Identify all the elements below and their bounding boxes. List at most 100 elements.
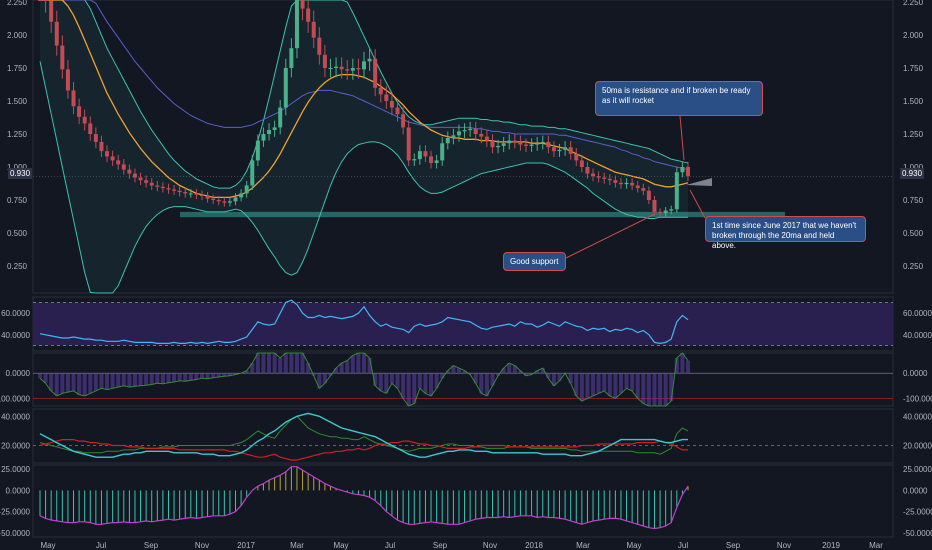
cci-bar — [579, 373, 584, 401]
candle-body — [658, 211, 663, 214]
cci-bar — [585, 373, 590, 399]
pane-frame-3 — [32, 408, 894, 464]
cci-bar — [350, 355, 355, 374]
candle-body — [289, 48, 294, 68]
cci-bar — [160, 373, 165, 384]
cci-bar — [65, 373, 70, 393]
candle-body — [406, 127, 411, 161]
cci-bar — [82, 373, 87, 396]
candle-body — [473, 128, 478, 134]
candle-body — [82, 116, 87, 124]
cci-bar — [99, 373, 104, 389]
price-tick-left: 1.250 — [7, 130, 28, 139]
candle-body — [250, 160, 255, 186]
cci-bar — [602, 373, 607, 391]
annotation-50ma[interactable]: 50ma is resistance and if broken be read… — [595, 81, 763, 116]
price-tick-left: 2.250 — [7, 0, 28, 7]
cci-bar — [624, 373, 629, 389]
cci-bar — [272, 353, 277, 374]
rsi-tick-right: 40.0000 — [903, 331, 932, 340]
candle-body — [479, 134, 484, 137]
time-tick: 2019 — [822, 541, 840, 550]
cci-bar — [116, 373, 121, 388]
cci-bar — [630, 373, 635, 391]
annotation-support[interactable]: Good support — [503, 252, 566, 271]
bollinger-fill — [40, 0, 688, 293]
candle-body — [367, 58, 372, 62]
candle-body — [613, 180, 618, 183]
cci-bar — [362, 353, 366, 374]
cci-bar — [149, 373, 154, 385]
candle-body — [60, 45, 65, 70]
price-tick-left: 0.250 — [7, 262, 28, 271]
candle-body — [132, 173, 137, 178]
candle-body — [311, 21, 316, 38]
cci-bar — [607, 373, 612, 396]
cci-bar — [680, 353, 685, 374]
candle-body — [496, 145, 501, 148]
cci-bar — [105, 373, 110, 390]
momentum-line — [39, 466, 689, 530]
candle-body — [211, 198, 216, 200]
candle-body — [546, 141, 551, 148]
candle-body — [618, 182, 623, 185]
cci-bar — [429, 373, 434, 396]
highlight-arrow — [686, 178, 712, 186]
candle-body — [507, 140, 512, 144]
candle-body — [166, 188, 171, 190]
time-tick: Mar — [576, 541, 590, 550]
candle-body — [585, 167, 590, 174]
candle-body — [429, 156, 434, 164]
cci-bar — [395, 373, 400, 389]
cci-tick-left: 0.0000 — [6, 369, 31, 378]
cci-bar — [417, 373, 422, 389]
candle-body — [646, 190, 651, 200]
momentum-tick-right: -25.0000 — [903, 508, 932, 517]
candle-body — [267, 130, 272, 134]
candle-body — [462, 130, 467, 132]
candle-body — [294, 0, 299, 49]
cci-bar — [646, 373, 651, 406]
time-tick: 2017 — [237, 541, 255, 550]
candle-body — [149, 182, 154, 186]
cci-bar — [401, 373, 406, 399]
candle-body — [574, 153, 579, 161]
candle-body — [434, 160, 439, 164]
rsi-tick-right: 60.0000 — [903, 309, 932, 318]
cci-bar — [71, 373, 76, 391]
price-tick-right: 0.250 — [903, 262, 924, 271]
momentum-tick-left: 25.0000 — [1, 465, 30, 474]
candle-body — [172, 189, 177, 191]
candle-body — [607, 178, 612, 181]
cci-bar — [38, 373, 42, 379]
cci-bar — [289, 353, 294, 374]
candle-body — [99, 141, 104, 152]
annotation-20ma[interactable]: 1st time since June 2017 that we haven't… — [705, 216, 866, 250]
candle-body — [317, 37, 322, 55]
candle-body — [160, 186, 165, 189]
candle-body — [518, 141, 523, 145]
cci-bar — [345, 360, 350, 374]
cci-bar — [613, 373, 618, 399]
cci-bar — [200, 373, 204, 379]
cci-tick-right: -100.0000 — [903, 394, 932, 403]
cci-bar — [635, 373, 640, 399]
candle-body — [65, 69, 70, 91]
candle-body — [233, 197, 238, 202]
time-tick: Sep — [433, 541, 448, 550]
candle-body — [177, 190, 182, 193]
time-tick: Mar — [869, 541, 883, 550]
candle-body — [300, 0, 305, 9]
time-tick: Jul — [385, 541, 395, 550]
candle-body — [445, 137, 450, 144]
price-tick-right: 0.750 — [903, 196, 924, 205]
candle-body — [630, 182, 635, 186]
candle-body — [384, 94, 389, 101]
cci-bar — [127, 373, 132, 388]
time-tick: 2018 — [525, 541, 543, 550]
candle-body — [216, 200, 221, 202]
price-tick-left: 2.000 — [7, 31, 28, 40]
chart-canvas[interactable]: 2.250 2.250 2.000 2.000 1.750 1.750 1.500 1.500… — [0, 0, 932, 550]
momentum-tick-left: -25.0000 — [0, 508, 31, 517]
cci-bar — [294, 353, 299, 374]
